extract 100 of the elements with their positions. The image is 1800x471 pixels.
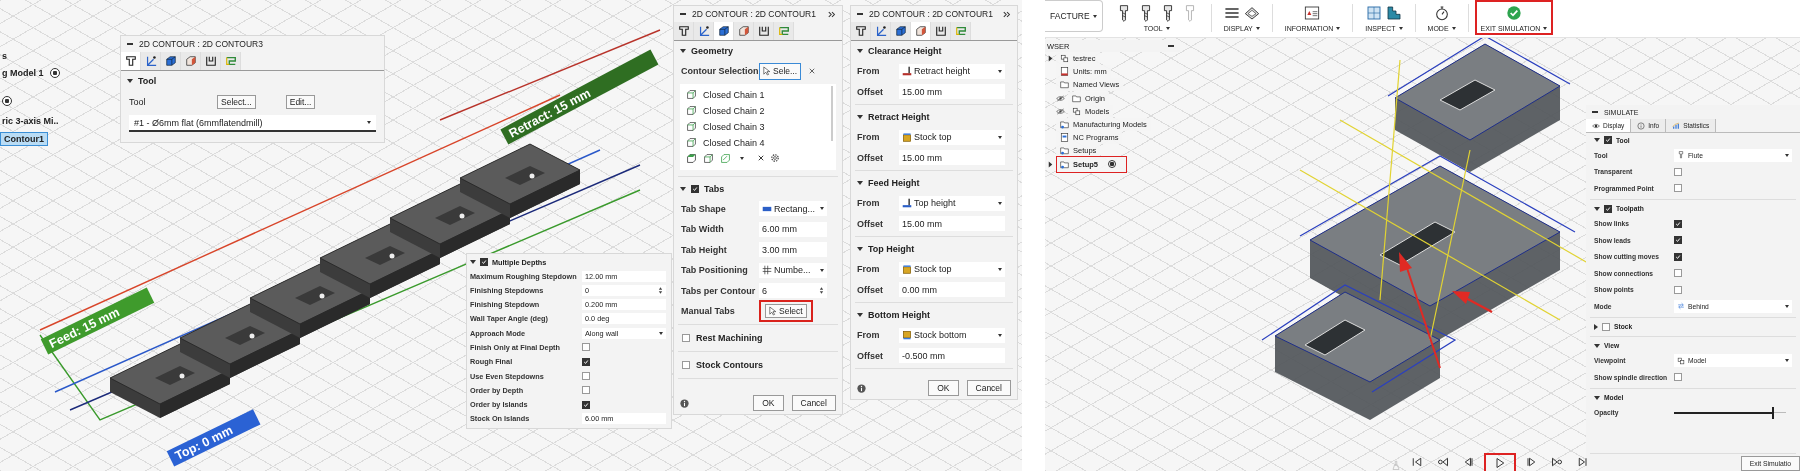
checkbox[interactable] — [691, 184, 699, 193]
collapse-arrow-icon[interactable] — [680, 186, 686, 191]
collapse-arrow-icon[interactable] — [1594, 395, 1600, 400]
collapse-arrow-icon[interactable] — [127, 79, 133, 83]
panel-tab[interactable] — [161, 52, 181, 70]
workspace-menu[interactable]: FACTURE — [1045, 0, 1103, 32]
cube-icon[interactable] — [686, 152, 697, 164]
checkbox[interactable] — [582, 400, 590, 409]
select-button[interactable]: Select... — [217, 95, 256, 109]
spinner-arrows-icon[interactable] — [658, 285, 663, 295]
checkbox[interactable] — [1674, 373, 1682, 382]
opacity-slider[interactable] — [1674, 406, 1786, 419]
checkbox[interactable] — [1674, 285, 1682, 294]
cancel-button[interactable]: Cancel — [966, 380, 1011, 396]
checkbox[interactable] — [1674, 184, 1682, 193]
eye-icon[interactable] — [1056, 93, 1065, 103]
value-field[interactable]: 0.00 mm — [899, 282, 1005, 298]
checkbox[interactable] — [1674, 269, 1682, 278]
value-field[interactable]: 15.00 mm — [899, 150, 1005, 166]
checkbox[interactable] — [1674, 236, 1682, 245]
collapse-arrow-icon[interactable] — [1594, 138, 1600, 142]
dropdown[interactable]: Rectang... — [759, 201, 827, 217]
checkbox[interactable] — [1674, 252, 1682, 261]
value-field[interactable]: 15.00 mm — [899, 84, 1005, 100]
clear-icon[interactable] — [809, 68, 816, 75]
info-icon[interactable] — [857, 383, 866, 393]
ok-button[interactable]: OK — [928, 380, 959, 396]
value-field[interactable]: 15.00 mm — [899, 216, 1005, 232]
checkbox[interactable] — [582, 372, 590, 380]
checkbox[interactable] — [480, 258, 488, 267]
chain-item[interactable]: Closed Chain 1 — [703, 89, 765, 100]
collapse-arrow-icon[interactable] — [470, 260, 476, 265]
checkbox[interactable] — [1674, 219, 1682, 228]
selection-button[interactable]: Sele... — [759, 62, 802, 80]
panel-tab[interactable] — [201, 52, 221, 70]
chain-item[interactable]: Closed Chain 2 — [703, 105, 765, 116]
checkbox[interactable] — [1602, 322, 1610, 331]
panel-tab[interactable] — [121, 52, 141, 70]
info-icon[interactable] — [680, 398, 689, 408]
value-field[interactable]: 3.00 mm — [759, 242, 827, 258]
radio-icon[interactable] — [1108, 160, 1116, 169]
dropdown[interactable]: Stock bottom — [899, 327, 1005, 343]
slider-thumb[interactable] — [1771, 406, 1774, 419]
select-button[interactable]: Select — [765, 304, 807, 319]
panel-tab[interactable] — [911, 22, 931, 40]
expand-icon[interactable] — [1003, 10, 1011, 18]
panel-tab[interactable] — [754, 22, 774, 40]
checkbox[interactable] — [682, 360, 690, 369]
playback-button[interactable] — [1484, 453, 1516, 471]
dropdown[interactable]: Retract height — [899, 63, 1005, 79]
collapse-arrow-icon[interactable] — [857, 313, 863, 317]
checkbox[interactable] — [582, 343, 590, 352]
checkbox[interactable] — [1674, 167, 1682, 176]
collapse-arrow-icon[interactable] — [680, 49, 686, 53]
value-field[interactable]: 6.00 mm — [759, 221, 827, 237]
settings-icon[interactable] — [770, 153, 780, 163]
browser-item[interactable]: s — [0, 50, 9, 62]
radio-icon[interactable] — [49, 68, 60, 78]
collapse-arrow-icon[interactable] — [857, 181, 863, 185]
edit-button[interactable]: Edit... — [285, 95, 316, 109]
tool-dropdown[interactable]: #1 - Ø6mm flat (6mmflatendmill) — [129, 115, 376, 132]
checkbox[interactable] — [1604, 136, 1612, 144]
number-field[interactable]: 6 — [759, 283, 827, 299]
collapse-arrow-icon[interactable] — [857, 49, 863, 53]
expand-icon[interactable] — [828, 10, 836, 18]
collapse-arrow-icon[interactable] — [1594, 343, 1600, 348]
collapse-arrow-icon[interactable] — [1594, 323, 1598, 330]
eye-icon[interactable] — [1056, 106, 1065, 116]
dropdown[interactable]: Stock top — [899, 261, 1005, 277]
browser-item[interactable]: g Model 1 — [0, 67, 46, 79]
checkbox[interactable] — [1604, 204, 1612, 213]
checkbox[interactable] — [582, 386, 590, 395]
cancel-button[interactable]: Cancel — [791, 395, 836, 411]
ok-button[interactable]: OK — [753, 395, 784, 411]
panel-tab[interactable] — [714, 22, 734, 40]
panel-tab[interactable] — [931, 22, 951, 40]
collapse-arrow-icon[interactable] — [857, 247, 863, 251]
close-icon[interactable] — [758, 155, 764, 161]
chain-item[interactable]: Closed Chain 4 — [703, 137, 765, 148]
browser-item[interactable]: ric 3-axis Mi.. — [0, 115, 61, 127]
expand-arrow-icon[interactable] — [1048, 160, 1053, 168]
chain-item[interactable]: Closed Chain 3 — [703, 121, 765, 132]
browser-item[interactable]: Contour1 — [0, 132, 48, 146]
collapse-arrow-icon[interactable] — [857, 115, 863, 119]
dropdown[interactable]: Stock top — [899, 129, 1005, 145]
checkbox[interactable] — [582, 357, 590, 366]
dropdown[interactable]: Numbe... — [759, 262, 827, 278]
checkbox[interactable] — [682, 333, 690, 342]
spinner-arrows-icon[interactable] — [819, 286, 824, 296]
radio-icon[interactable] — [2, 96, 12, 106]
dropdown[interactable]: Top height — [899, 195, 1005, 211]
panel-tab[interactable] — [674, 22, 694, 40]
collapse-arrow-icon[interactable] — [1594, 206, 1600, 211]
panel-tab[interactable] — [141, 52, 161, 70]
panel-tab[interactable] — [891, 22, 911, 40]
scrollbar[interactable] — [831, 85, 833, 141]
panel-tab[interactable] — [694, 22, 714, 40]
expand-arrow-icon[interactable] — [1048, 55, 1053, 63]
panel-tab[interactable] — [851, 22, 871, 40]
panel-tab[interactable] — [871, 22, 891, 40]
